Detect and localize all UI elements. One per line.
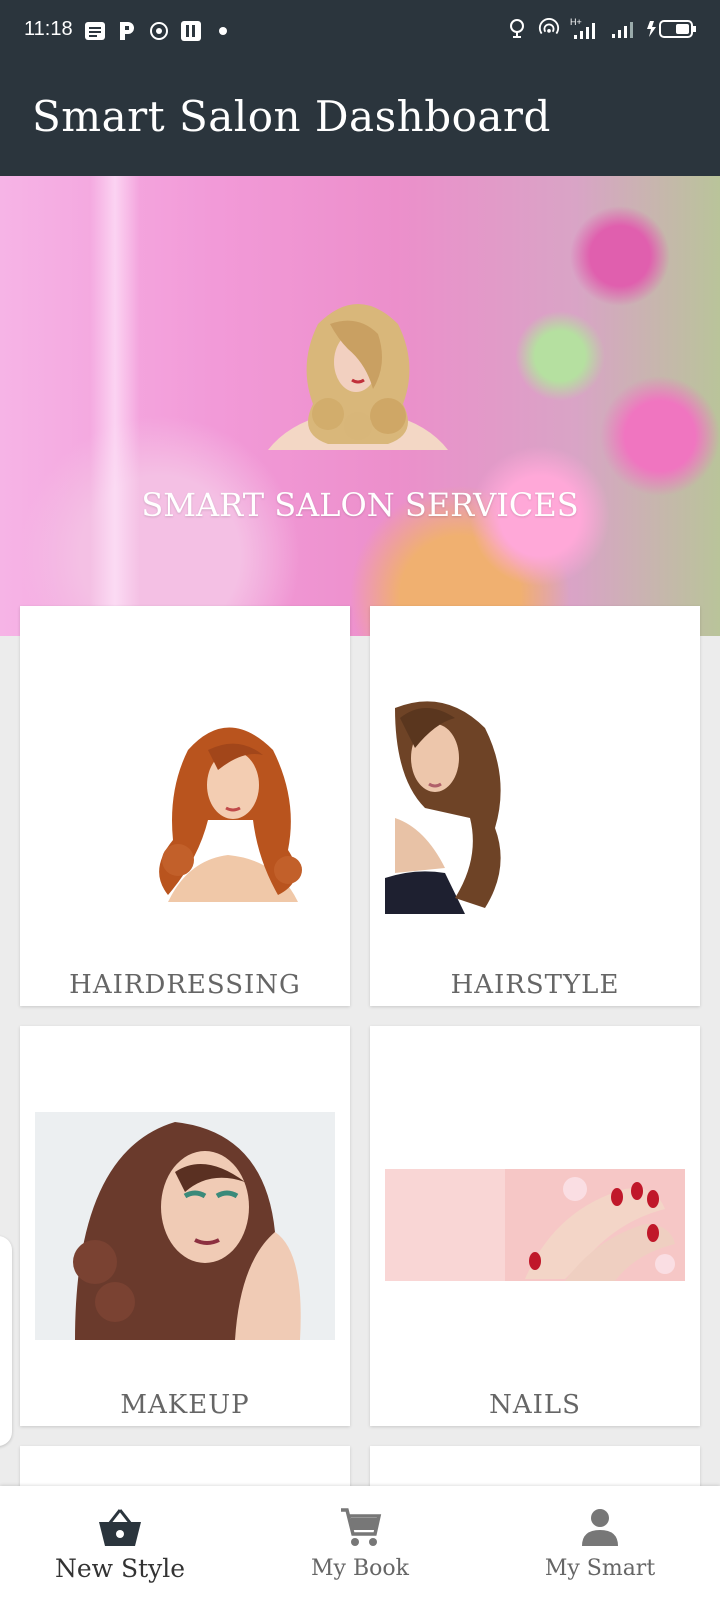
nav-label: My Book <box>311 1556 409 1581</box>
hero-banner: SMART SALON SERVICES <box>0 176 720 636</box>
battery-icon <box>646 18 698 40</box>
nav-item-my-smart[interactable]: My Smart <box>480 1486 720 1600</box>
parking-icon <box>116 20 138 42</box>
hotspot-icon <box>538 18 560 40</box>
redhead-woman-image <box>159 727 302 902</box>
makeup-woman-image <box>35 1112 335 1340</box>
app-bar: Smart Salon Dashboard <box>0 64 720 176</box>
basket-icon <box>99 1509 141 1546</box>
service-label: MAKEUP <box>120 1390 250 1420</box>
service-card-hairstyle[interactable]: HAIRSTYLE <box>370 606 700 1006</box>
status-left-icons <box>84 20 234 42</box>
page-title: Smart Salon Dashboard <box>32 92 551 141</box>
brunette-woman-image <box>385 698 510 914</box>
service-card-nails[interactable]: NAILS <box>370 1026 700 1426</box>
blonde-woman-image <box>268 304 448 450</box>
banner-background-decoration <box>90 176 140 636</box>
service-label: HAIRDRESSING <box>69 970 301 1000</box>
dot-icon <box>212 20 234 42</box>
network-label: H+ <box>570 17 582 27</box>
service-card-hairdressing[interactable]: HAIRDRESSING <box>20 606 350 1006</box>
nav-item-new-style[interactable]: New Style <box>0 1486 240 1600</box>
nav-item-my-book[interactable]: My Book <box>240 1486 480 1600</box>
status-right-icons: H+ <box>506 17 698 40</box>
parking-alt-icon <box>180 20 202 42</box>
settings-app-icon <box>148 20 170 42</box>
status-time: 11:18 <box>24 18 73 40</box>
edge-panel-handle[interactable] <box>0 1236 12 1446</box>
person-icon <box>582 1509 618 1546</box>
nav-label: My Smart <box>544 1556 656 1581</box>
nav-label: New Style <box>54 1554 186 1583</box>
notes-icon <box>84 20 106 42</box>
alarm-icon <box>506 18 528 40</box>
signal-icon: H+ <box>570 17 600 40</box>
service-label: HAIRSTYLE <box>450 970 620 1000</box>
service-label: NAILS <box>489 1390 581 1420</box>
service-card-makeup[interactable]: MAKEUP <box>20 1026 350 1426</box>
status-bar: 11:18 H+ <box>0 0 720 64</box>
bottom-navigation: New Style My Book My Smart <box>0 1486 720 1600</box>
banner-title: SMART SALON SERVICES <box>141 486 579 524</box>
signal-icon <box>610 18 636 40</box>
cart-icon <box>341 1508 382 1546</box>
manicure-hands-image <box>385 1169 685 1281</box>
